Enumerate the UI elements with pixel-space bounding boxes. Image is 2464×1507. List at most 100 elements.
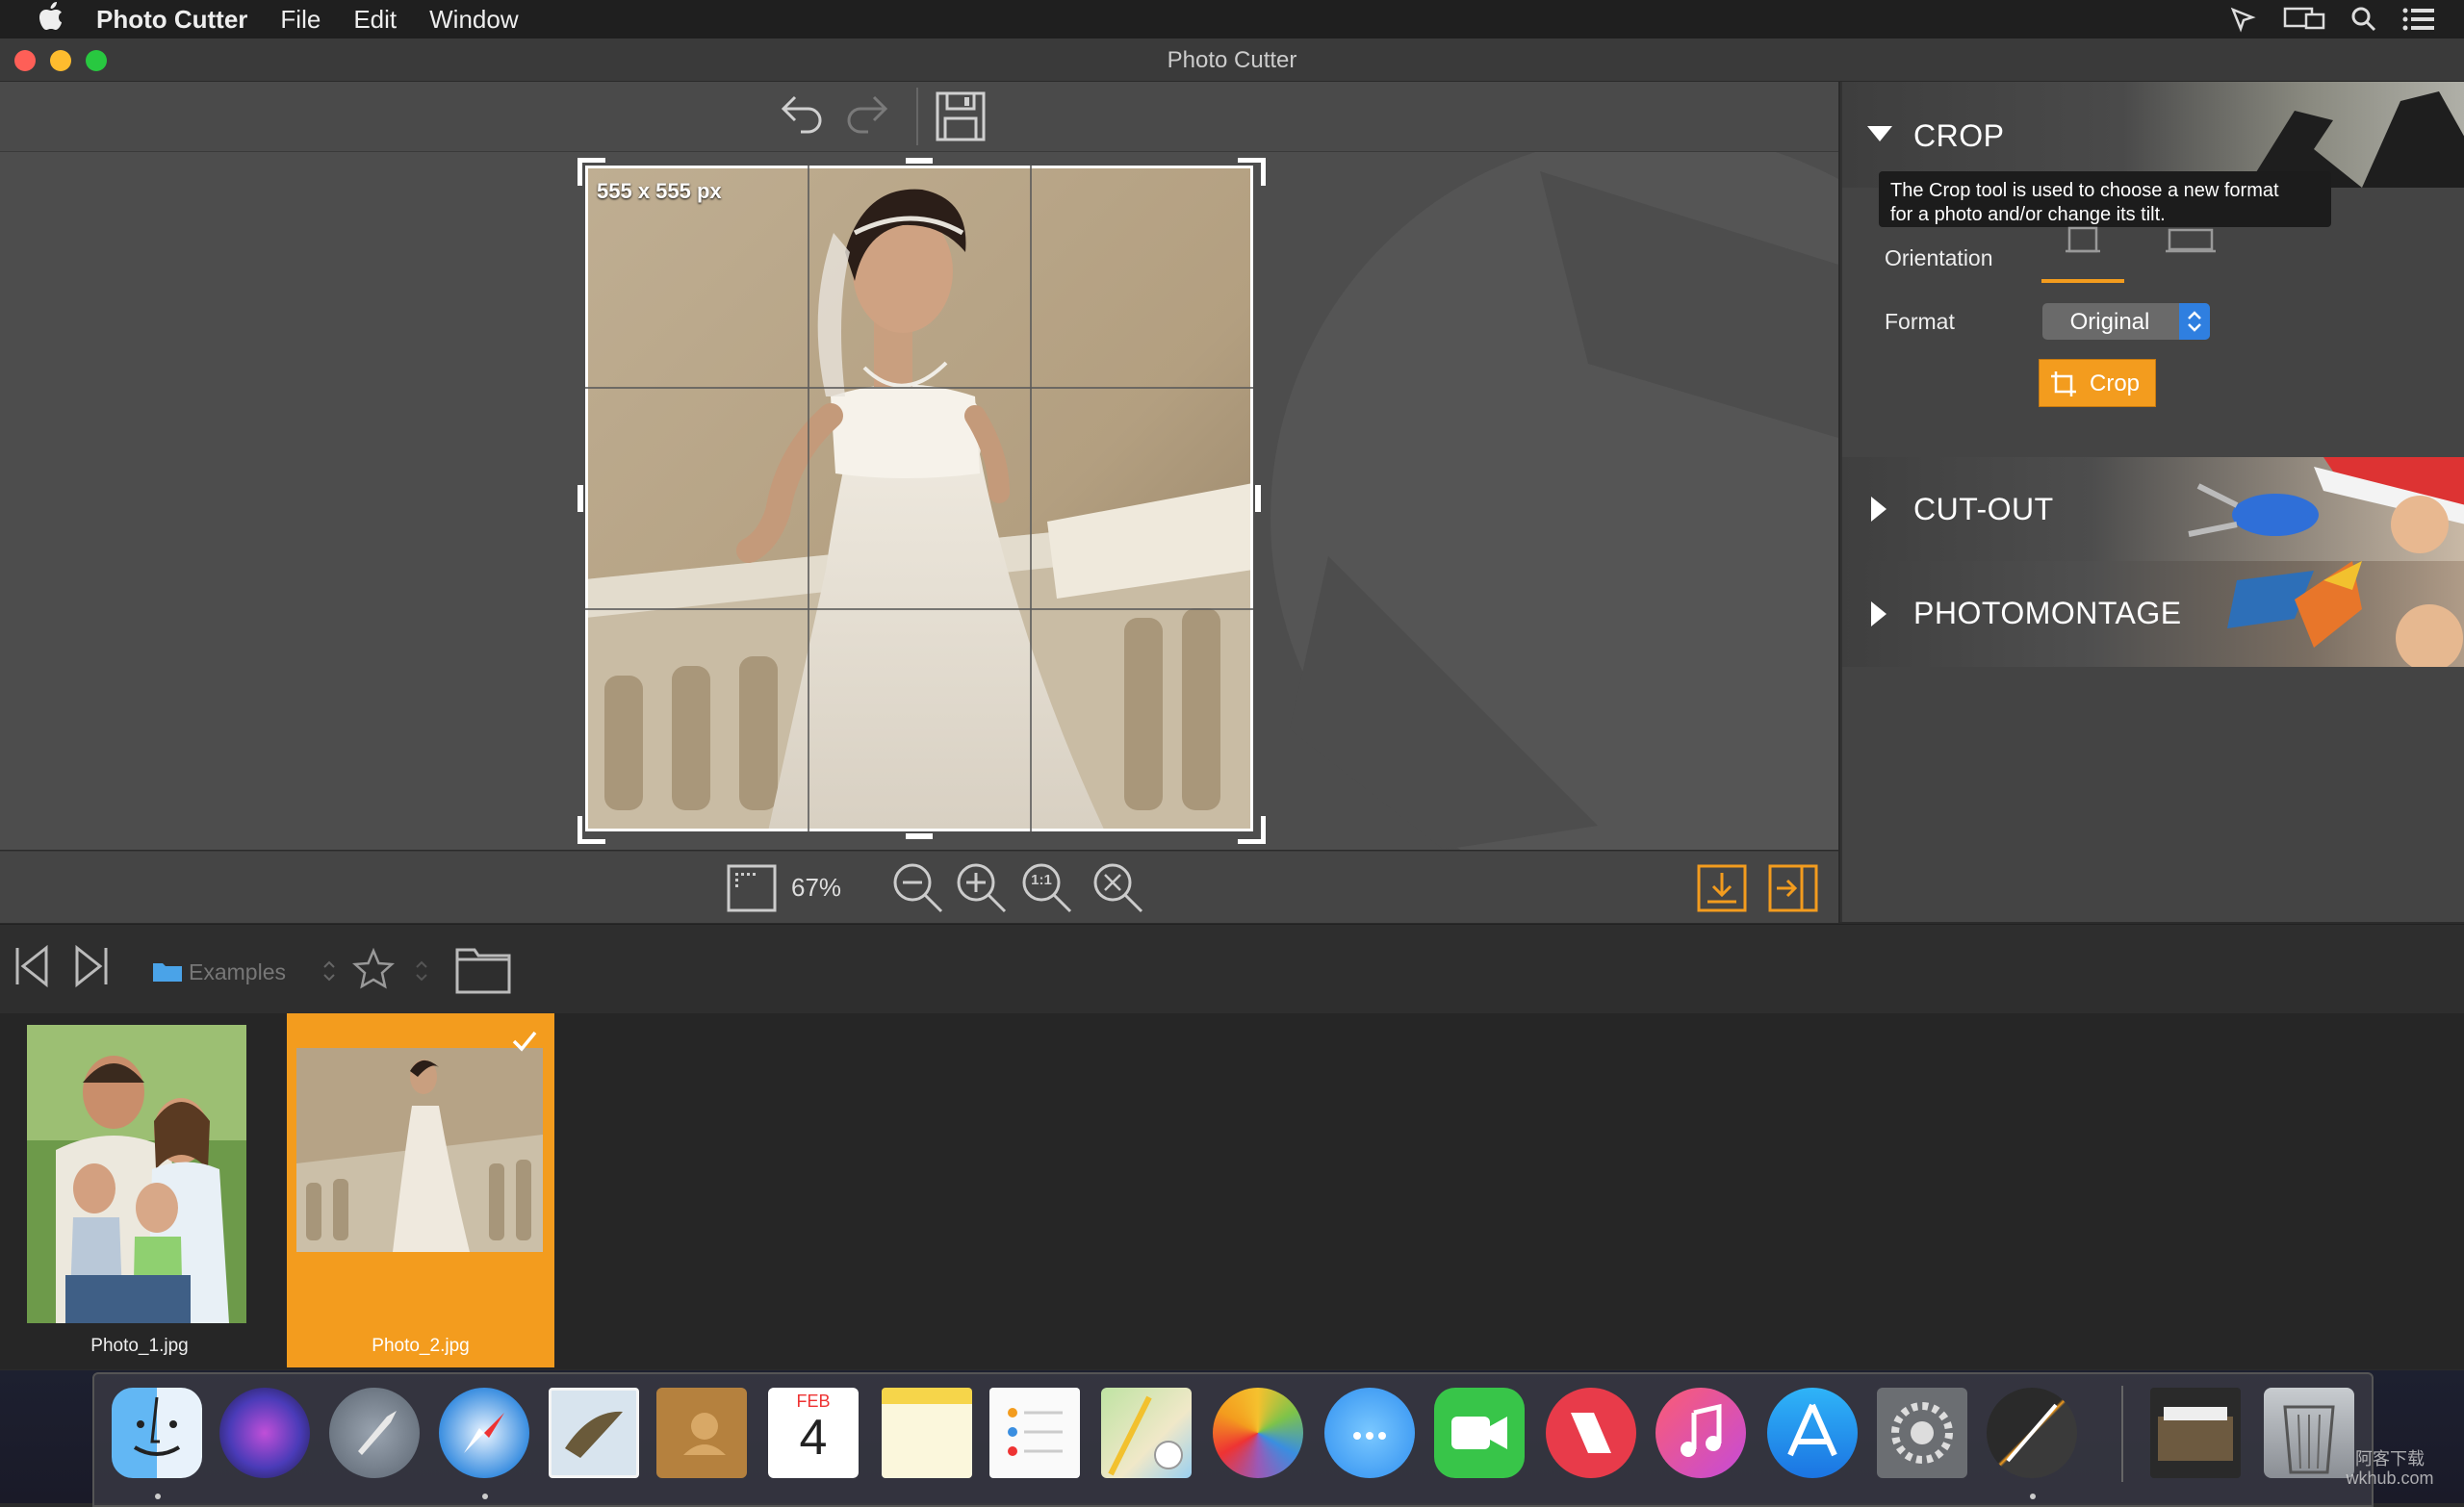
photomontage-section-header[interactable]: PHOTOMONTAGE [1842,561,2464,667]
thumbnail-strip: Photo_1.jpg Photo_2.jpg [0,1013,2464,1369]
crop-handle-bottom-right[interactable] [1238,816,1266,844]
menu-bar: Photo Cutter File Edit Window [0,0,2464,38]
portrait-orientation-icon[interactable] [2062,226,2104,255]
thumbnail-photo-1-name: Photo_1.jpg [90,1336,189,1356]
folder-select-chevrons-icon[interactable] [321,958,337,984]
family-photo-image [27,1025,246,1323]
window-title: Photo Cutter [1167,47,1297,73]
cursor-status-icon[interactable] [2229,6,2258,33]
open-folder-icon[interactable] [454,944,512,996]
crop-tooltip: The Crop tool is used to choose a new fo… [1879,171,2331,227]
crop-handle-left[interactable] [578,485,583,512]
safari-running-indicator [482,1494,488,1499]
cutout-expand-icon[interactable] [1871,497,1886,522]
calendar-day: 4 [799,1410,828,1466]
export-icon[interactable] [1696,863,1748,913]
redo-icon[interactable] [843,91,891,141]
downloads-stack-dock-icon[interactable] [2150,1388,2241,1478]
photomontage-section-title: PHOTOMONTAGE [1913,596,2182,630]
grid-line-v2 [1030,166,1032,831]
zoom-fit-icon[interactable] [1091,861,1145,915]
crop-handle-top-right[interactable] [1238,158,1266,186]
watermark-line-2: wkhub.com [2346,1469,2434,1488]
editor-canvas[interactable]: 555 x 555 px [0,152,1838,850]
format-select[interactable]: Original [2042,303,2210,340]
itunes-dock-icon[interactable] [1656,1388,1746,1478]
app-store-dock-icon[interactable] [1767,1388,1858,1478]
landscape-orientation-icon[interactable] [2164,228,2218,255]
favorites-star-icon[interactable] [352,948,395,990]
finder-running-indicator [155,1494,161,1499]
window-menu[interactable]: Window [429,5,518,35]
crop-handle-bottom[interactable] [906,833,933,839]
maps-dock-icon[interactable] [1101,1388,1192,1478]
toggle-panel-icon[interactable] [1767,863,1819,913]
orientation-selected-indicator [2041,279,2124,283]
cutout-section-header[interactable]: CUT-OUT [1842,457,2464,561]
last-photo-icon[interactable] [71,944,110,988]
folder-name[interactable]: Examples [189,959,286,985]
cutout-header-scissors-image [2188,457,2464,553]
reminders-dock-icon[interactable] [989,1388,1080,1478]
calendar-dock-icon[interactable]: FEB 4 [768,1388,859,1478]
system-preferences-dock-icon[interactable] [1877,1388,1967,1478]
news-dock-icon[interactable] [1546,1388,1636,1478]
favorites-chevrons-icon[interactable] [414,958,429,984]
mail-dock-icon[interactable] [549,1388,639,1478]
crop-handle-top[interactable] [906,158,933,164]
save-icon[interactable] [934,89,988,143]
watermark-line-1: 阿客下载 [2355,1449,2425,1469]
format-select-value: Original [2069,309,2150,335]
photo-cutter-running-indicator [2030,1494,2036,1499]
notification-center-icon[interactable] [2402,7,2435,32]
apple-menu-icon[interactable] [38,1,64,38]
watermark: 阿客下载 wkhub.com [2327,1449,2452,1488]
actual-size-label: 1:1 [1031,872,1052,888]
photo-cutter-dock-icon[interactable] [1987,1388,2077,1478]
contacts-dock-icon[interactable] [656,1388,747,1478]
zoom-level: 67% [791,873,842,902]
crop-frame[interactable] [585,166,1253,831]
edit-menu[interactable]: Edit [353,5,397,35]
spotlight-search-icon[interactable] [2350,6,2377,33]
crop-handle-bottom-left[interactable] [578,816,605,844]
zoom-out-icon[interactable] [891,861,945,915]
grid-line-v1 [808,166,809,831]
messages-dock-icon[interactable] [1324,1388,1415,1478]
dock-separator [2121,1386,2123,1482]
safari-dock-icon[interactable] [439,1388,529,1478]
orientation-label: Orientation [1885,245,1993,270]
select-chevrons-icon [2188,311,2201,332]
notes-dock-icon[interactable] [882,1388,972,1478]
crop-icon [2051,371,2076,396]
facetime-dock-icon[interactable] [1434,1388,1525,1478]
thumbnail-photo-1[interactable]: Photo_1.jpg [13,1013,266,1367]
first-photo-icon[interactable] [13,944,52,988]
cutout-section-title: CUT-OUT [1913,492,2054,526]
finder-dock-icon[interactable] [112,1388,202,1478]
crop-size-label: 555 x 555 px [597,179,722,203]
bride-thumbnail-image [296,1048,543,1252]
thumbnail-photo-2[interactable]: Photo_2.jpg [287,1013,554,1367]
crop-button[interactable]: Crop [2039,359,2156,407]
launchpad-dock-icon[interactable] [329,1388,420,1478]
magnifier-icon [1022,863,1072,913]
file-menu[interactable]: File [280,5,321,35]
app-menu[interactable]: Photo Cutter [96,5,247,35]
title-bar: Photo Cutter [0,38,2464,82]
format-select-stepper[interactable] [2179,303,2210,340]
crop-handle-right[interactable] [1255,485,1261,512]
browser-bar: Examples [0,924,2464,1014]
undo-icon[interactable] [778,91,826,141]
photomontage-header-image [2227,561,2463,667]
dock: FEB 4 [92,1372,2374,1507]
crop-collapse-icon[interactable] [1867,126,1892,141]
format-label: Format [1885,309,1955,334]
photomontage-expand-icon[interactable] [1871,601,1886,626]
siri-dock-icon[interactable] [219,1388,310,1478]
zoom-in-icon[interactable] [955,861,1009,915]
display-status-icon[interactable] [2283,6,2325,33]
photos-dock-icon[interactable] [1213,1388,1303,1478]
fit-selection-icon[interactable] [726,863,778,913]
actual-size-icon[interactable]: 1:1 [1020,861,1074,915]
